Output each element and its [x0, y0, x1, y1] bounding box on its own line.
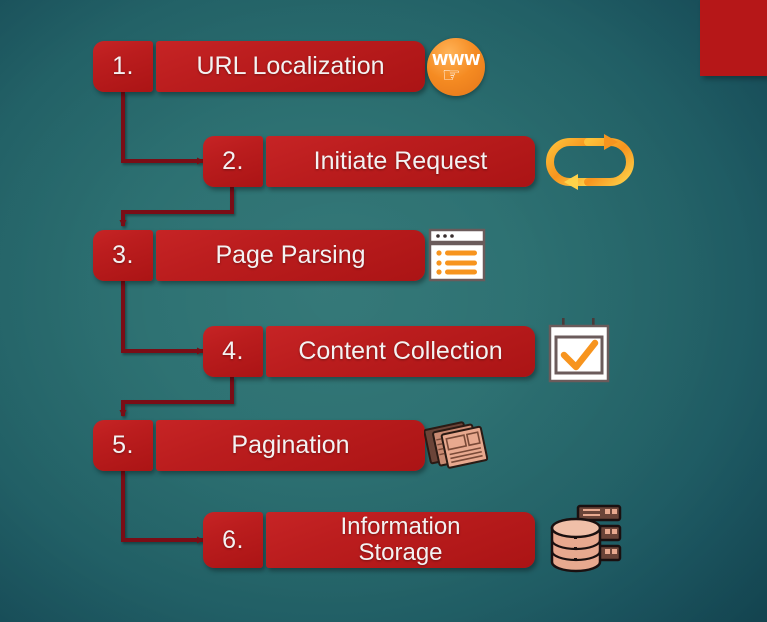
connector-1-2: [121, 92, 204, 165]
step-number-5: 5.: [93, 420, 153, 471]
step-icon-2: [546, 132, 634, 192]
step-icon-4: [546, 316, 612, 386]
step-row-5[interactable]: 5. Pagination: [93, 420, 425, 471]
step-row-3[interactable]: 3. Page Parsing: [93, 230, 425, 281]
step-icon-3: [428, 226, 486, 284]
step-row-6[interactable]: 6. Information Storage: [203, 512, 535, 568]
connector-2-3: [119, 187, 234, 227]
step-number-4: 4.: [203, 326, 263, 377]
step-number-3: 3.: [93, 230, 153, 281]
hand-cursor-icon: ☞: [442, 64, 461, 87]
step-icon-1: WWW ☞: [427, 38, 485, 96]
decorative-red-corner-block: [700, 0, 767, 76]
step-label-2[interactable]: Initiate Request: [266, 136, 535, 187]
step-icon-6: [548, 500, 626, 576]
step-icon-5: [424, 416, 488, 476]
step-label-3[interactable]: Page Parsing: [156, 230, 425, 281]
step-label-5[interactable]: Pagination: [156, 420, 425, 471]
step-number-1: 1.: [93, 41, 153, 92]
calendar-checkmark-icon: [548, 318, 610, 383]
database-server-icon: [550, 504, 622, 573]
step-label-1[interactable]: URL Localization: [156, 41, 425, 92]
step-number-6: 6.: [203, 512, 263, 568]
step-label-6[interactable]: Information Storage: [266, 512, 535, 568]
connector-3-4: [121, 281, 204, 355]
step-label-6-line1: Information: [340, 513, 461, 541]
step-number-2: 2.: [203, 136, 263, 187]
browser-window-list-icon: [428, 228, 486, 282]
step-label-4[interactable]: Content Collection: [266, 326, 535, 377]
loop-refresh-arrows-icon: [546, 134, 634, 190]
slide-canvas: 1. URL Localization WWW ☞ 2. Initiate Re…: [0, 0, 767, 622]
www-globe-click-icon: WWW ☞: [427, 38, 485, 96]
connector-5-6: [121, 471, 204, 544]
step-row-4[interactable]: 4. Content Collection: [203, 326, 535, 377]
step-label-6-line2: Storage: [358, 539, 443, 566]
step-row-1[interactable]: 1. URL Localization: [93, 41, 425, 92]
connector-4-5: [119, 377, 234, 417]
stacked-newspapers-icon: [424, 421, 488, 469]
step-row-2[interactable]: 2. Initiate Request: [203, 136, 535, 187]
